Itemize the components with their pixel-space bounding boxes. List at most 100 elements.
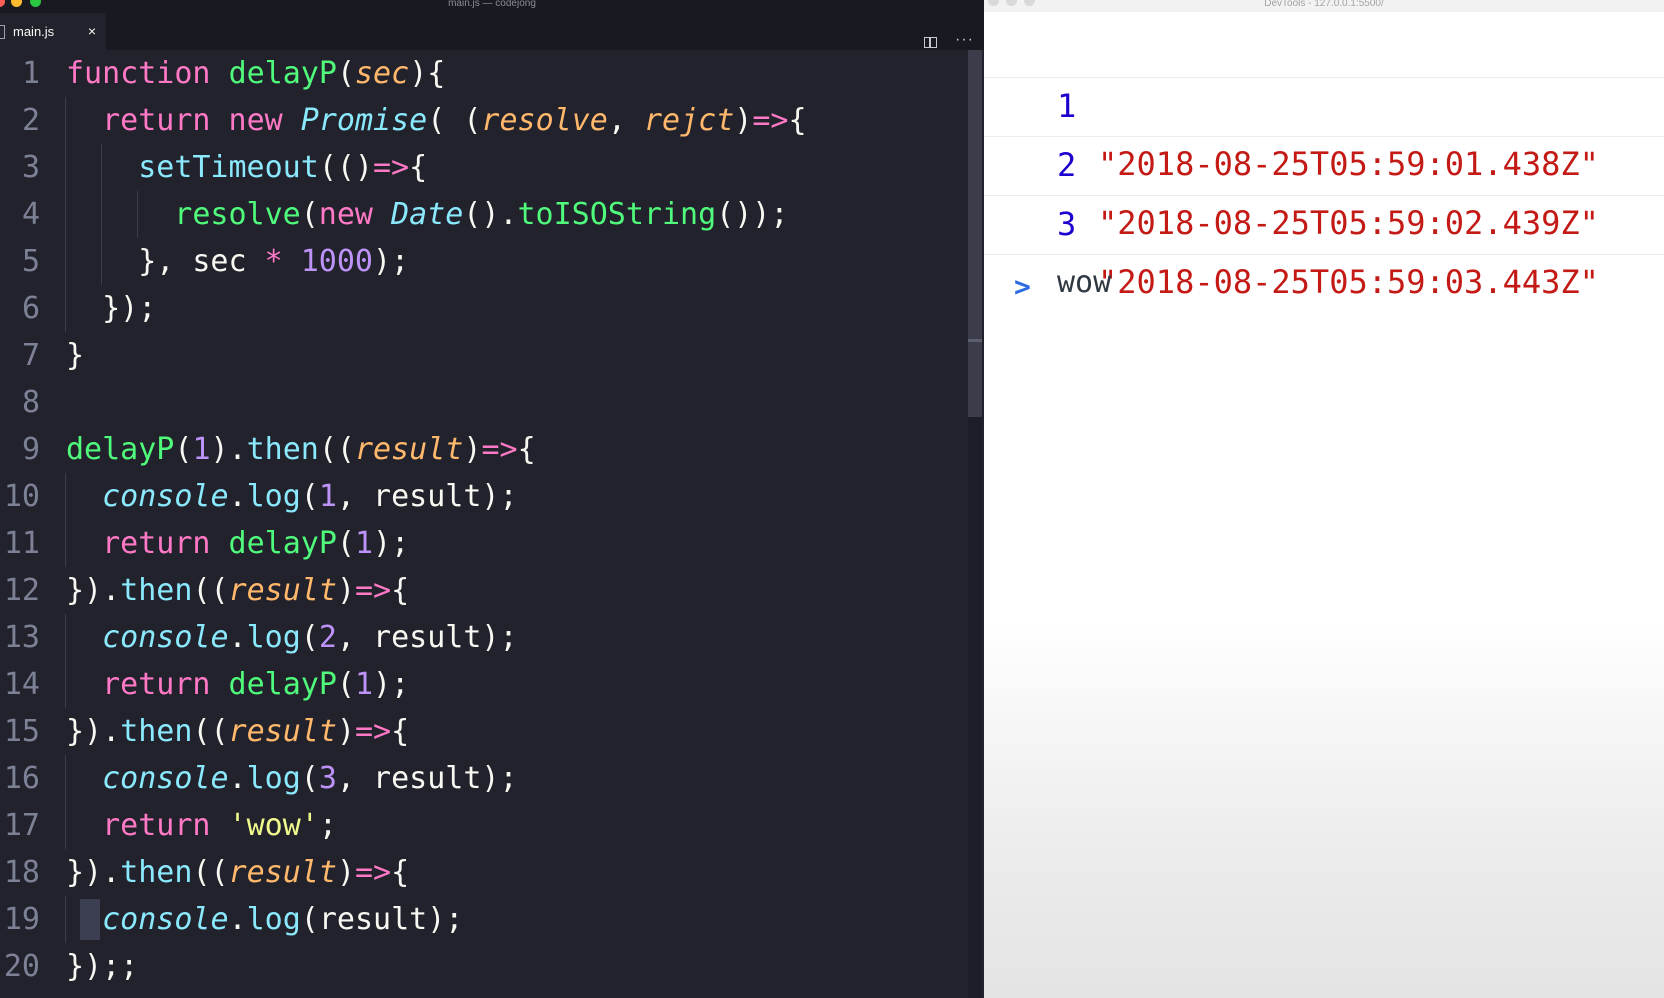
code-line[interactable]: 1 function delayP(sec){	[0, 50, 968, 97]
code-editor[interactable]: main.js — codejong main.js × ··· 1 functi…	[0, 0, 984, 998]
code-line[interactable]: 5}, sec * 1000);	[0, 238, 968, 285]
code-token: .	[228, 761, 247, 796]
code-token: result	[355, 432, 464, 467]
indent-guide	[65, 144, 66, 191]
code-token: }).	[66, 714, 121, 749]
code-token: }	[66, 338, 85, 373]
code-line[interactable]: 19 console.log(result);	[0, 896, 968, 943]
code-text: return delayP(1);	[102, 661, 409, 708]
code-token: 1	[354, 667, 374, 702]
code-token: resolve	[174, 197, 301, 232]
code-token: {	[391, 573, 410, 608]
code-token: console	[102, 620, 229, 655]
code-token: Promise	[300, 103, 428, 138]
code-token: .	[228, 902, 247, 937]
code-token: , result);	[336, 761, 518, 796]
code-line[interactable]: 18}).then((result)=>{	[0, 849, 968, 896]
code-token: );	[373, 244, 410, 279]
code-token: );	[373, 526, 410, 561]
code-token: console	[102, 902, 229, 937]
code-line[interactable]: 9 delayP(1).then((result)=>{	[0, 426, 968, 473]
code-token: return	[102, 526, 211, 561]
code-token: (	[336, 667, 355, 702]
code-line[interactable]: 8	[0, 379, 968, 426]
code-line[interactable]: 17 return 'wow';	[0, 802, 968, 849]
editor-scrollbar-thumb[interactable]	[968, 50, 982, 417]
indent-guide	[101, 191, 103, 238]
indent-guide	[65, 896, 66, 943]
line-number: 12	[3, 573, 40, 608]
code-token: ((	[192, 573, 229, 608]
tab-main-js[interactable]: main.js ×	[0, 13, 106, 50]
code-token: ((	[192, 855, 229, 890]
code-token: {	[517, 432, 536, 467]
line-number: 4	[21, 197, 40, 232]
code-line[interactable]: 20});;	[0, 943, 968, 990]
code-token: =>	[355, 714, 392, 749]
cursor-indent-highlight	[80, 899, 100, 940]
code-token: }, sec	[138, 244, 265, 279]
code-token: ,	[607, 103, 644, 138]
code-token: log	[246, 620, 301, 655]
code-text: return new Promise( (resolve, rejct)=>{	[102, 97, 806, 144]
code-line[interactable]: 16 console.log(3, result);	[0, 755, 968, 802]
code-text: console.log(result);	[102, 896, 463, 943]
code-line[interactable]: 2 return new Promise( (resolve, rejct)=>{	[0, 97, 968, 144]
code-text: setTimeout(()=>{	[138, 144, 427, 191]
indent-guide	[65, 614, 66, 661]
line-number: 8	[21, 385, 40, 420]
code-token: 2	[318, 620, 337, 655]
tab-close-icon[interactable]: ×	[88, 22, 96, 40]
line-number: 6	[21, 291, 40, 326]
line-number: 3	[21, 150, 40, 185]
line-number: 17	[3, 808, 40, 843]
code-token: sec	[355, 56, 410, 91]
more-actions-icon[interactable]: ···	[955, 32, 974, 48]
indent-guide	[65, 97, 66, 144]
editor-titlebar: main.js — codejong	[0, 0, 984, 13]
code-line[interactable]: 13 console.log(2, result);	[0, 614, 968, 661]
code-line[interactable]: 4 resolve(new Date().toISOString());	[0, 191, 968, 238]
code-token: =>	[481, 432, 518, 467]
code-line[interactable]: 12}).then((result)=>{	[0, 567, 968, 614]
code-token: )	[336, 714, 355, 749]
line-number: 1	[21, 56, 40, 91]
indent-guide	[101, 238, 103, 285]
console-prompt-icon[interactable]: >	[1014, 272, 1031, 302]
code-token: .	[228, 620, 247, 655]
code-token: });	[102, 291, 157, 326]
code-line[interactable]: 11 return delayP(1);	[0, 520, 968, 567]
code-token: Date	[391, 197, 464, 232]
code-text: delayP(1).then((result)=>{	[66, 426, 536, 473]
code-text: return 'wow';	[102, 802, 337, 849]
code-line[interactable]: 6});	[0, 285, 968, 332]
code-line[interactable]: 3 setTimeout(()=>{	[0, 144, 968, 191]
file-icon	[0, 24, 5, 39]
devtools-console: DevTools - 127.0.0.1:5500/ 1 "2018-08-25…	[984, 0, 1664, 998]
code-line[interactable]: 10 console.log(1, result);	[0, 473, 968, 520]
split-editor-icon[interactable]	[924, 37, 937, 48]
code-token: =>	[355, 573, 392, 608]
indent-guide	[65, 473, 66, 520]
code-line[interactable]: 15}).then((result)=>{	[0, 708, 968, 755]
indent-guide	[65, 802, 66, 849]
code-text: return delayP(1);	[102, 520, 409, 567]
code-token: rejct	[643, 103, 735, 138]
code-token: function	[66, 56, 211, 91]
code-token: 3	[318, 761, 337, 796]
code-text: console.log(3, result);	[102, 755, 517, 802]
code-line[interactable]: 14 return delayP(1);	[0, 661, 968, 708]
code-token: =>	[355, 855, 392, 890]
code-line[interactable]: 7}	[0, 332, 968, 379]
code-token: )	[336, 573, 355, 608]
code-token: new	[318, 197, 373, 232]
code-token: ());	[716, 197, 789, 232]
code-token: });;	[66, 949, 139, 984]
code-area[interactable]: 1 function delayP(sec){2 return new Promis…	[0, 50, 968, 998]
code-token: =>	[373, 150, 410, 185]
code-token: 'wow'	[228, 808, 319, 843]
